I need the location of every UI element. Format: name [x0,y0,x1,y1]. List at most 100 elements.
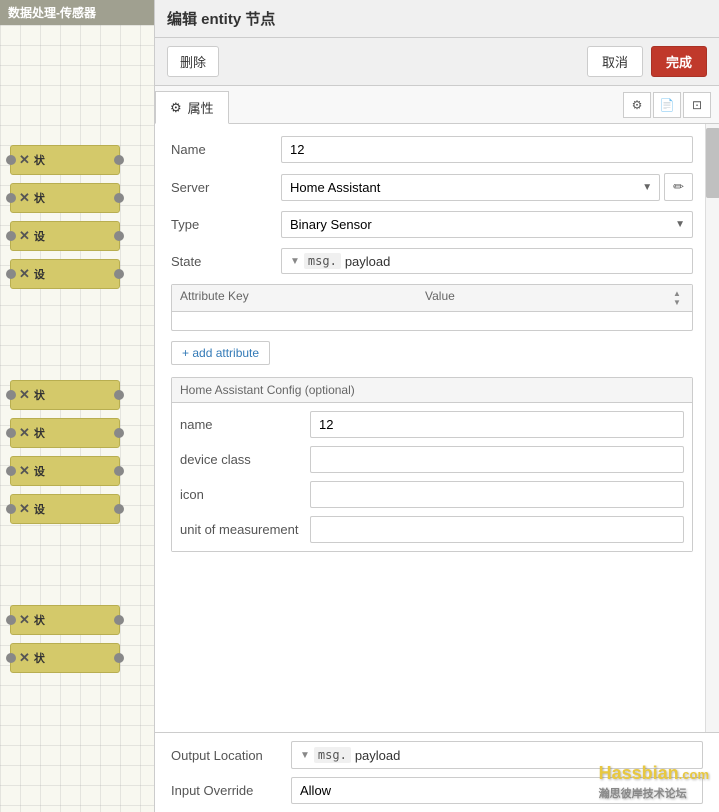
gear-tab-icon: ⚙ [170,100,182,116]
toolbar: 删除 取消 完成 [155,38,719,86]
port-right-8 [114,504,124,514]
tab-bar: ⚙ 属性 ⚙ 📄 ⊡ [155,86,719,124]
name-row: Name [171,136,693,163]
port-left-5 [6,390,16,400]
type-row: Type Binary Sensor ▼ [171,211,693,238]
panel-title: 编辑 entity 节点 [167,8,275,29]
port-right-10 [114,653,124,663]
ha-config-section: Home Assistant Config (optional) name de… [171,377,693,552]
input-override-input[interactable] [291,777,703,804]
node-label-3: 设 [34,228,45,244]
output-msg-badge: msg. [314,747,351,763]
type-select[interactable]: Binary Sensor [281,211,693,238]
attr-scroll-down[interactable]: ▼ [673,298,681,307]
port-left-7 [6,466,16,476]
type-select-wrapper: Binary Sensor ▼ [281,211,693,238]
footer-section: Output Location ▼ msg. payload Input Ove… [155,732,719,812]
sidebar: 数据处理-传感器 ✕ 状 ✕ 状 ✕ 设 ✕ 设 ✕ [0,0,155,812]
tab-settings-icon-btn[interactable]: ⚙ [623,92,651,118]
output-location-input: ▼ msg. payload [291,741,703,769]
server-select[interactable]: Home Assistant [281,174,660,201]
node-label-7: 设 [34,463,45,479]
state-dropdown-arrow[interactable]: ▼ [290,256,300,267]
node-7[interactable]: ✕ 设 [10,456,120,486]
input-override-label: Input Override [171,783,291,798]
node-5[interactable]: ✕ 状 [10,380,120,410]
attr-scroll-up[interactable]: ▲ [673,289,681,298]
node-label-4: 设 [34,266,45,282]
ha-unit-input[interactable] [310,516,684,543]
panel-header: 编辑 entity 节点 [155,0,719,38]
state-row: State ▼ msg. payload [171,248,693,274]
ha-config-body: name device class icon [172,403,692,551]
node-1[interactable]: ✕ 状 [10,145,120,175]
delete-button[interactable]: 删除 [167,46,219,77]
port-left-8 [6,504,16,514]
port-left-10 [6,653,16,663]
chi-icon-5: ✕ [19,387,30,403]
name-input[interactable] [281,136,693,163]
node-6[interactable]: ✕ 状 [10,418,120,448]
ha-name-input[interactable] [310,411,684,438]
tab-doc-icon-btn[interactable]: 📄 [653,92,681,118]
port-left-9 [6,615,16,625]
state-input-wrapper: ▼ msg. payload [281,248,693,274]
port-right-4 [114,269,124,279]
port-left-6 [6,428,16,438]
done-button[interactable]: 完成 [651,46,707,77]
ha-device-class-label: device class [180,452,310,467]
chi-icon-10: ✕ [19,650,30,666]
ha-name-label: name [180,417,310,432]
attribute-table: Attribute Key Value ▲ ▼ [171,284,693,331]
node-8[interactable]: ✕ 设 [10,494,120,524]
tab-icon-group: ⚙ 📄 ⊡ [623,92,719,118]
node-10[interactable]: ✕ 状 [10,643,120,673]
tab-properties[interactable]: ⚙ 属性 [155,91,229,124]
add-attribute-button[interactable]: + add attribute [171,341,270,365]
port-left-4 [6,269,16,279]
ha-icon-row: icon [180,481,684,508]
output-location-label: Output Location [171,748,291,763]
chi-icon-7: ✕ [19,463,30,479]
chi-icon-2: ✕ [19,190,30,206]
tab-properties-label: 属性 [188,98,214,117]
port-right-1 [114,155,124,165]
node-4[interactable]: ✕ 设 [10,259,120,289]
chi-icon-4: ✕ [19,266,30,282]
attr-key-header: Attribute Key [180,289,425,307]
ha-device-class-row: device class [180,446,684,473]
ha-device-class-input[interactable] [310,446,684,473]
node-label-5: 状 [34,387,45,403]
attr-body-empty [172,312,692,330]
main-panel: 编辑 entity 节点 删除 取消 完成 ⚙ 属性 ⚙ 📄 ⊡ Name [155,0,719,812]
cancel-button[interactable]: 取消 [587,46,643,77]
port-right-6 [114,428,124,438]
port-left-2 [6,193,16,203]
edit-server-button[interactable]: ✏ [664,173,693,201]
output-location-row: Output Location ▼ msg. payload [171,741,703,769]
chi-icon-8: ✕ [19,501,30,517]
chi-icon-1: ✕ [19,152,30,168]
port-right-5 [114,390,124,400]
toolbar-right: 取消 完成 [587,46,707,77]
tab-node-icon-btn[interactable]: ⊡ [683,92,711,118]
scrollbar-thumb[interactable] [706,128,719,198]
node-9[interactable]: ✕ 状 [10,605,120,635]
node-label-1: 状 [34,152,45,168]
server-label: Server [171,180,281,195]
node-2[interactable]: ✕ 状 [10,183,120,213]
node-label-2: 状 [34,190,45,206]
output-dropdown-arrow[interactable]: ▼ [300,750,310,761]
server-select-wrapper: Home Assistant ▼ [281,174,660,201]
ha-icon-input[interactable] [310,481,684,508]
ha-unit-row: unit of measurement [180,516,684,543]
port-left-3 [6,231,16,241]
server-row: Server Home Assistant ▼ ✏ [171,173,693,201]
ha-icon-label: icon [180,487,310,502]
state-label: State [171,254,281,269]
input-override-row: Input Override [171,777,703,804]
node-3[interactable]: ✕ 设 [10,221,120,251]
node-label-6: 状 [34,425,45,441]
port-right-7 [114,466,124,476]
attr-val-header: Value [425,289,670,307]
